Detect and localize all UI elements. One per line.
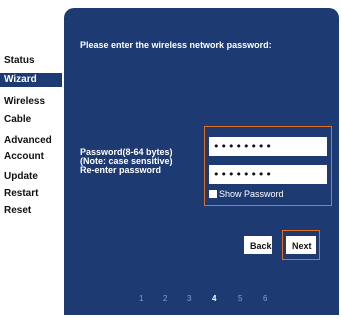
step-3: 3 bbox=[187, 294, 192, 303]
password-labels: Password(8-64 bytes) (Note: case sensiti… bbox=[80, 148, 173, 175]
next-button[interactable]: Next bbox=[286, 236, 316, 254]
reenter-password-field[interactable]: •••••••• bbox=[209, 165, 327, 184]
sidebar-item-advanced[interactable]: Advanced bbox=[4, 134, 62, 148]
next-button-highlight: Next bbox=[282, 230, 320, 260]
wizard-heading: Please enter the wireless network passwo… bbox=[80, 40, 272, 50]
sidebar-item-wireless[interactable]: Wireless bbox=[4, 95, 62, 109]
show-password-label: Show Password bbox=[219, 189, 284, 199]
step-2: 2 bbox=[163, 294, 168, 303]
wizard-panel: Please enter the wireless network passwo… bbox=[64, 8, 339, 315]
password-group: •••••••• •••••••• Show Password bbox=[204, 126, 332, 206]
sidebar-item-cable[interactable]: Cable bbox=[4, 113, 62, 127]
sidebar-nav: Status Wizard Wireless Cable Advanced Ac… bbox=[0, 0, 64, 319]
sidebar-item-status[interactable]: Status bbox=[4, 54, 62, 68]
show-password-toggle[interactable]: Show Password bbox=[209, 189, 284, 199]
back-button[interactable]: Back bbox=[244, 236, 272, 254]
step-5: 5 bbox=[238, 294, 243, 303]
password-field[interactable]: •••••••• bbox=[209, 137, 327, 156]
reenter-label: Re-enter password bbox=[80, 165, 162, 175]
sidebar-item-reset[interactable]: Reset bbox=[4, 204, 62, 218]
step-4-current: 4 bbox=[212, 294, 217, 303]
sidebar-item-restart[interactable]: Restart bbox=[4, 187, 62, 201]
sidebar-item-account[interactable]: Account bbox=[4, 150, 62, 164]
step-6: 6 bbox=[263, 294, 268, 303]
sidebar-item-update[interactable]: Update bbox=[4, 170, 62, 184]
step-1: 1 bbox=[139, 294, 144, 303]
show-password-checkbox[interactable] bbox=[209, 190, 217, 198]
sidebar-item-wizard[interactable]: Wizard bbox=[0, 73, 62, 87]
